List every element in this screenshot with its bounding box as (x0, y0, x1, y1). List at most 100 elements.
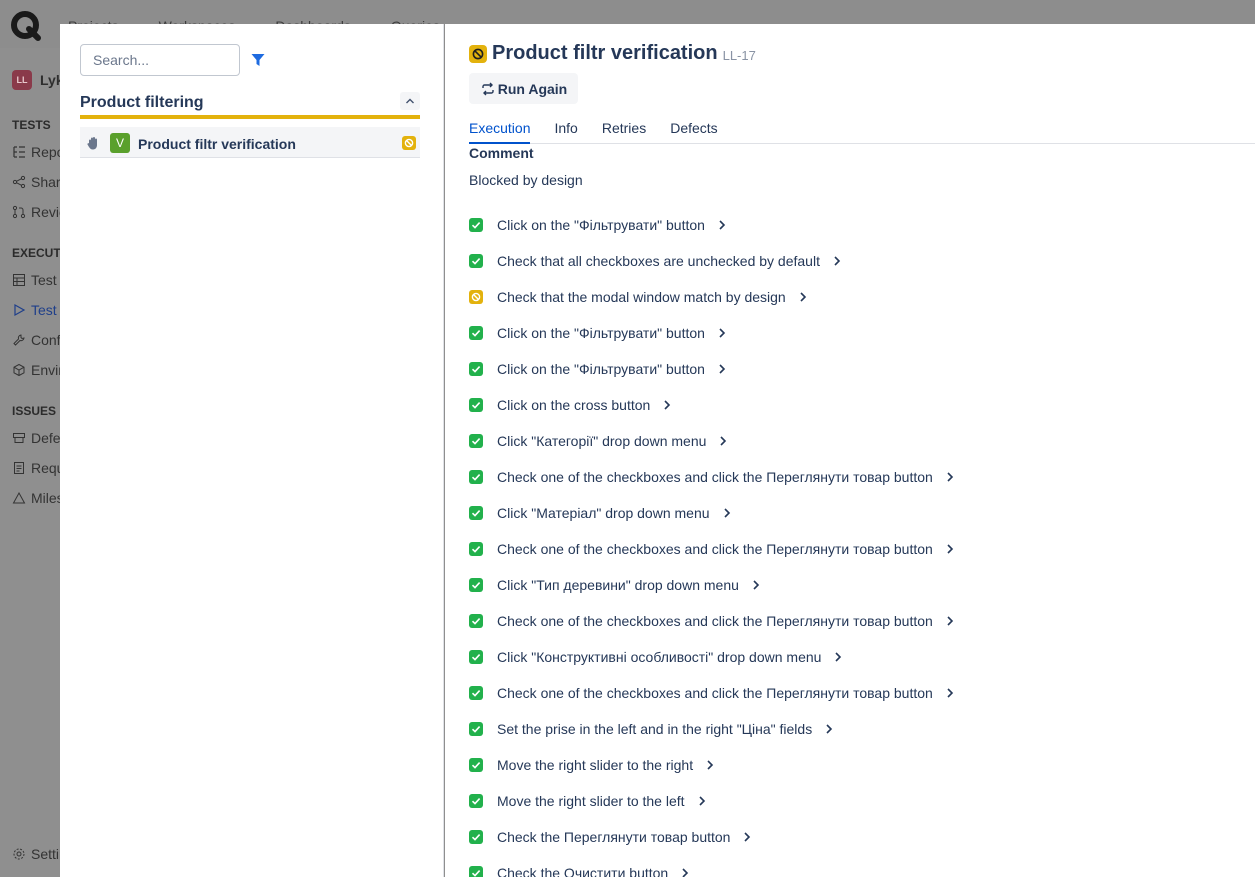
chevron-right-icon[interactable] (943, 614, 957, 628)
test-key: LL-17 (722, 48, 756, 63)
chevron-right-icon[interactable] (720, 506, 734, 520)
chevron-right-icon[interactable] (822, 722, 836, 736)
blocked-status-icon (469, 290, 483, 304)
step-row[interactable]: Click on the "Фільтрувати" button (469, 207, 1229, 243)
step-row[interactable]: Check the Очистити button (469, 855, 1229, 877)
gear-icon (13, 848, 25, 860)
passed-check-icon (469, 326, 483, 340)
step-text: Click "Категорії" drop down menu (497, 433, 707, 449)
comment-label: Comment (469, 145, 534, 161)
chevron-right-icon[interactable] (830, 254, 844, 268)
step-row[interactable]: Click on the "Фільтрувати" button (469, 351, 1229, 387)
step-row[interactable]: Move the right slider to the left (469, 783, 1229, 819)
step-row[interactable]: Check one of the checkboxes and click th… (469, 675, 1229, 711)
test-case-name: Product filtr verification (138, 136, 296, 152)
sidebar-item-reviews[interactable]: Reviews (12, 204, 60, 220)
sidebar-item-settings[interactable]: Settings (12, 846, 60, 862)
search-input[interactable] (80, 44, 240, 76)
chevron-right-icon[interactable] (796, 290, 810, 304)
passed-check-icon (469, 542, 483, 556)
pull-request-icon (12, 205, 26, 219)
chevron-right-icon[interactable] (715, 326, 729, 340)
project-name: Lykos (40, 72, 60, 88)
chevron-right-icon[interactable] (943, 686, 957, 700)
sidebar-item-label: Milestones (31, 490, 60, 506)
step-row[interactable]: Click "Категорії" drop down menu (469, 423, 1229, 459)
sidebar-item-configurations[interactable]: Configurations (12, 332, 60, 348)
app-logo-icon[interactable] (10, 10, 42, 42)
passed-check-icon (469, 578, 483, 592)
detail-header: Product filtr verification LL-17 (469, 42, 756, 65)
passed-check-icon (469, 758, 483, 772)
sidebar-item-defects[interactable]: Defects (12, 430, 60, 446)
run-again-button[interactable]: Run Again (469, 73, 578, 104)
step-text: Check the Переглянути товар button (497, 829, 731, 845)
sidebar-item-test-plans[interactable]: Test Plans (12, 272, 60, 288)
step-row[interactable]: Check one of the checkboxes and click th… (469, 603, 1229, 639)
passed-check-icon (469, 614, 483, 628)
chevron-right-icon[interactable] (943, 470, 957, 484)
chevron-right-icon[interactable] (695, 794, 709, 808)
step-list: Click on the "Фільтрувати" button Check t… (469, 207, 1229, 877)
sidebar-item-environments[interactable]: Environments (12, 362, 60, 378)
passed-check-icon (469, 362, 483, 376)
wrench-icon (13, 334, 25, 346)
step-row[interactable]: Click "Конструктивні особливості" drop d… (469, 639, 1229, 675)
passed-check-icon (469, 254, 483, 268)
suite-title: Product filtering (80, 94, 204, 111)
chevron-right-icon[interactable] (660, 398, 674, 412)
sidebar-item-requirements[interactable]: Requirements (12, 460, 60, 476)
passed-check-icon (469, 866, 483, 877)
test-tree-panel: Product filtering V Product filtr verifi… (60, 24, 444, 877)
tab-retries[interactable]: Retries (602, 120, 646, 144)
detail-tabs: Execution Info Retries Defects (469, 120, 1255, 144)
step-row[interactable]: Set the prise in the left and in the rig… (469, 711, 1229, 747)
step-text: Click "Тип деревини" drop down menu (497, 577, 739, 593)
chevron-right-icon[interactable] (715, 362, 729, 376)
tab-execution[interactable]: Execution (469, 120, 531, 144)
defects-icon (13, 433, 25, 443)
sidebar-item-shared-steps[interactable]: Shared Steps (12, 174, 60, 190)
tab-defects[interactable]: Defects (670, 120, 717, 144)
passed-check-icon (469, 830, 483, 844)
step-text: Click on the "Фільтрувати" button (497, 217, 705, 233)
comment-text: Blocked by design (469, 172, 583, 188)
chevron-right-icon[interactable] (716, 434, 730, 448)
sidebar-item-test-runs[interactable]: Test Runs (12, 302, 60, 318)
chevron-right-icon[interactable] (715, 218, 729, 232)
sidebar-item-label: Reviews (31, 204, 60, 220)
step-row[interactable]: Check the Переглянути товар button (469, 819, 1229, 855)
chevron-right-icon[interactable] (678, 866, 692, 877)
sidebar-item-label: Configurations (31, 332, 60, 348)
chevron-right-icon[interactable] (740, 830, 754, 844)
tab-info[interactable]: Info (554, 120, 577, 144)
step-row[interactable]: Check that all checkboxes are unchecked … (469, 243, 1229, 279)
step-text: Check the Очистити button (497, 865, 669, 877)
chevron-right-icon[interactable] (831, 650, 845, 664)
step-row[interactable]: Click on the cross button (469, 387, 1229, 423)
sidebar-item-repository[interactable]: Repository (12, 144, 60, 160)
sidebar-item-label: Test Runs (31, 302, 60, 318)
step-row[interactable]: Click "Матеріал" drop down menu (469, 495, 1229, 531)
passed-check-icon (469, 470, 483, 484)
passed-check-icon (469, 650, 483, 664)
step-text: Click on the "Фільтрувати" button (497, 325, 705, 341)
passed-check-icon (469, 722, 483, 736)
step-row[interactable]: Check one of the checkboxes and click th… (469, 531, 1229, 567)
filter-icon[interactable] (250, 52, 266, 68)
step-row[interactable]: Check that the modal window match by des… (469, 279, 1229, 315)
chevron-right-icon[interactable] (749, 578, 763, 592)
project-selector[interactable]: LL Lykos (12, 70, 60, 90)
chevron-right-icon[interactable] (703, 758, 717, 772)
app-sidebar: LL Lykos TESTS Repository Shared Steps R… (0, 48, 60, 877)
section-issues: ISSUES (12, 404, 57, 418)
step-row[interactable]: Click on the "Фільтрувати" button (469, 315, 1229, 351)
collapse-button[interactable] (400, 92, 420, 110)
test-case-row[interactable]: V Product filtr verification (80, 127, 420, 158)
step-row[interactable]: Move the right slider to the right (469, 747, 1229, 783)
step-row[interactable]: Click "Тип деревини" drop down menu (469, 567, 1229, 603)
sidebar-item-milestones[interactable]: Milestones (12, 490, 60, 506)
chevron-right-icon[interactable] (943, 542, 957, 556)
passed-check-icon (469, 218, 483, 232)
step-row[interactable]: Check one of the checkboxes and click th… (469, 459, 1229, 495)
